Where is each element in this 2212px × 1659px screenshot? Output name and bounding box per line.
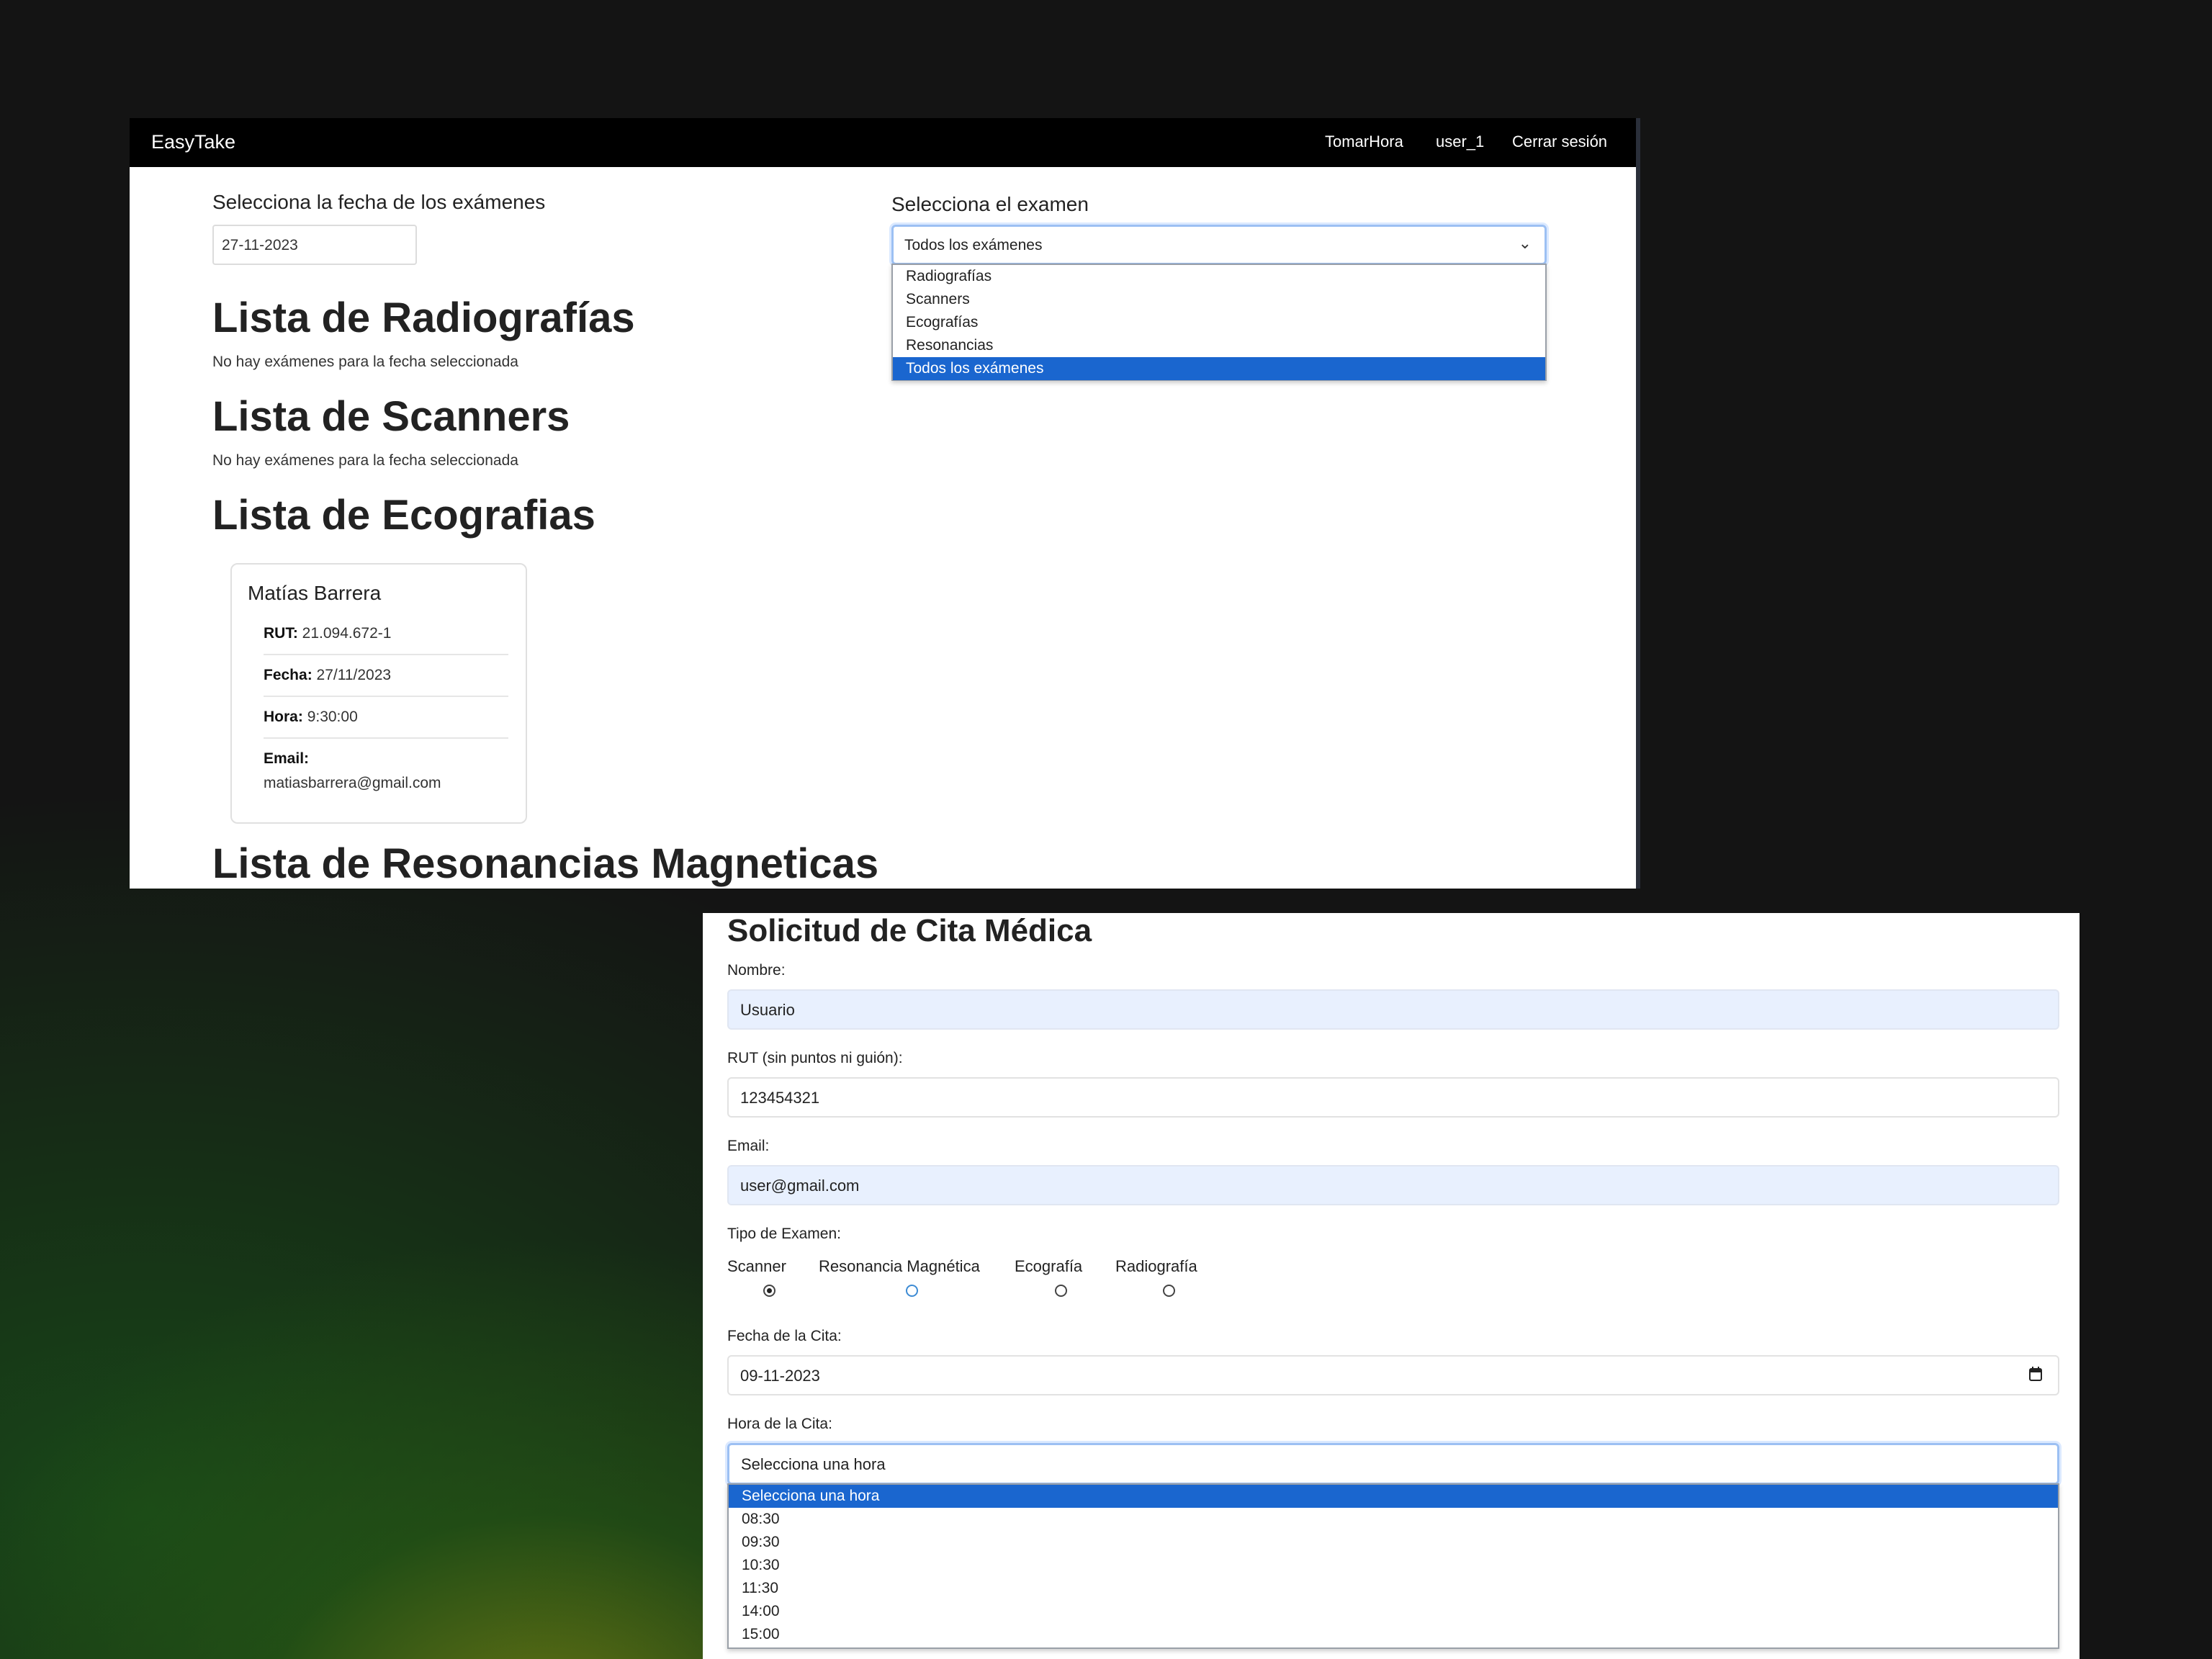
exam-option-todos[interactable]: Todos los exámenes — [893, 357, 1545, 380]
rut-value: 21.094.672-1 — [302, 625, 392, 642]
fecha-value: 27/11/2023 — [316, 667, 392, 683]
calendar-icon[interactable] — [2029, 1367, 2042, 1381]
fecha-cita-label: Fecha de la Cita: — [727, 1328, 842, 1344]
card-rut: RUT: 21.094.672-1 — [264, 625, 508, 642]
list-title-radiografias: Lista de Radiografías — [212, 295, 635, 341]
email-field-label: Email: — [727, 1138, 770, 1154]
hora-option-placeholder[interactable]: Selecciona una hora — [729, 1485, 2058, 1508]
radio-label-resonancia: Resonancia Magnética — [819, 1257, 980, 1275]
hora-option[interactable]: 09:30 — [729, 1531, 2058, 1554]
divider — [264, 654, 508, 655]
appointment-form-window: Solicitud de Cita Médica Nombre: Usuario… — [703, 913, 2080, 1659]
email-field[interactable]: user@gmail.com — [727, 1165, 2059, 1205]
empty-message-scanners: No hay exámenes para la fecha selecciona… — [212, 452, 518, 469]
radio-scanner[interactable] — [763, 1285, 775, 1297]
rut-field-label: RUT (sin puntos ni guión): — [727, 1050, 903, 1066]
radio-radiografia[interactable] — [1163, 1285, 1175, 1297]
form-title: Solicitud de Cita Médica — [727, 913, 1092, 948]
exam-select[interactable]: Todos los exámenes ⌄ — [891, 225, 1547, 265]
hora-select-value: Selecciona una hora — [741, 1455, 886, 1473]
exam-option-resonancias[interactable]: Resonancias — [893, 334, 1545, 357]
tipo-examen-label: Tipo de Examen: — [727, 1226, 841, 1242]
exam-option-radiografias[interactable]: Radiografías — [893, 265, 1545, 288]
exam-list-window: EasyTake TomarHora user_1 Cerrar sesión … — [130, 118, 1640, 889]
fecha-cita-value: 09-11-2023 — [740, 1367, 820, 1385]
hora-cita-label: Hora de la Cita: — [727, 1416, 832, 1432]
email-label: Email: — [264, 750, 310, 767]
divider — [264, 737, 508, 739]
hora-option[interactable]: 11:30 — [729, 1577, 2058, 1600]
hora-option[interactable]: 08:30 — [729, 1508, 2058, 1531]
radio-label-scanner: Scanner — [727, 1257, 786, 1275]
exam-option-ecografias[interactable]: Ecografías — [893, 311, 1545, 334]
empty-message-radiografias: No hay exámenes para la fecha selecciona… — [212, 354, 518, 370]
hora-option[interactable]: 15:00 — [729, 1623, 2058, 1646]
exam-card: Matías Barrera RUT: 21.094.672-1 Fecha: … — [230, 563, 527, 824]
email-value: matiasbarrera@gmail.com — [264, 775, 441, 791]
list-title-resonancias: Lista de Resonancias Magneticas — [212, 840, 879, 887]
nav-link-user[interactable]: user_1 — [1436, 132, 1484, 151]
list-title-scanners: Lista de Scanners — [212, 393, 570, 440]
hora-dropdown-list: Selecciona una hora 08:30 09:30 10:30 11… — [727, 1483, 2059, 1649]
date-filter-input[interactable]: 27-11-2023 — [212, 225, 417, 265]
fecha-label: Fecha: — [264, 667, 313, 683]
card-email: Email: — [264, 750, 508, 768]
rut-field[interactable]: 123454321 — [727, 1077, 2059, 1118]
radio-label-radiografia: Radiografía — [1115, 1257, 1197, 1275]
nombre-field[interactable]: Usuario — [727, 989, 2059, 1030]
hora-value: 9:30:00 — [307, 709, 358, 725]
card-hora: Hora: 9:30:00 — [264, 709, 508, 726]
exam-dropdown-list: Radiografías Scanners Ecografías Resonan… — [891, 264, 1547, 381]
hora-option[interactable]: 10:30 — [729, 1554, 2058, 1577]
radio-ecografia[interactable] — [1055, 1285, 1067, 1297]
patient-name: Matías Barrera — [248, 582, 382, 604]
radio-resonancia[interactable] — [906, 1285, 918, 1297]
rut-label: RUT: — [264, 625, 298, 642]
date-filter-label: Selecciona la fecha de los exámenes — [212, 191, 546, 213]
exam-filter-label: Selecciona el examen — [891, 193, 1089, 215]
radio-label-ecografia: Ecografía — [1015, 1257, 1083, 1275]
exam-select-value: Todos los exámenes — [904, 237, 1043, 253]
card-fecha: Fecha: 27/11/2023 — [264, 667, 508, 684]
list-title-ecografias: Lista de Ecografias — [212, 492, 595, 539]
exam-option-scanners[interactable]: Scanners — [893, 288, 1545, 311]
fecha-cita-input[interactable]: 09-11-2023 — [727, 1355, 2059, 1395]
nav-link-logout[interactable]: Cerrar sesión — [1512, 132, 1607, 151]
nav-link-tomarhora[interactable]: TomarHora — [1325, 132, 1403, 151]
hora-label: Hora: — [264, 709, 303, 725]
navbar: EasyTake TomarHora user_1 Cerrar sesión — [130, 118, 1636, 167]
hora-option[interactable]: 14:00 — [729, 1600, 2058, 1623]
hora-select[interactable]: Selecciona una hora — [727, 1443, 2059, 1485]
chevron-down-icon: ⌄ — [1518, 234, 1532, 252]
divider — [264, 696, 508, 697]
brand-link[interactable]: EasyTake — [151, 131, 235, 153]
nombre-label: Nombre: — [727, 962, 786, 979]
